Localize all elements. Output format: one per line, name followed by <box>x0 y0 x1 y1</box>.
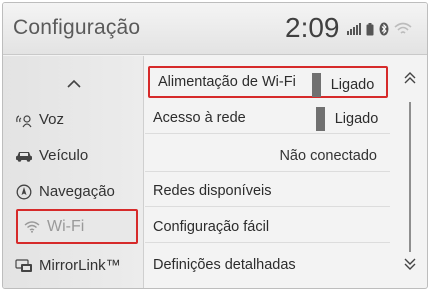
settings-list: Alimentação de Wi-Fi Ligado Acesso à red… <box>145 56 390 288</box>
signal-bars-icon <box>347 23 361 35</box>
scroll-up-button[interactable] <box>391 62 427 98</box>
status-icons <box>347 21 412 37</box>
list-item-network-access[interactable]: Acesso à rede Ligado <box>145 102 390 134</box>
sidebar-item-voz[interactable]: Voz <box>3 102 144 137</box>
sidebar-item-mirrorlink[interactable]: MirrorLink™ <box>3 248 144 283</box>
row-label: Definições detalhadas <box>153 257 296 273</box>
voice-icon <box>13 111 35 129</box>
sidebar-item-label: Wi-Fi <box>47 217 85 235</box>
list-item-detailed-settings[interactable]: Definições detalhadas <box>145 249 390 281</box>
toggle-indicator <box>316 107 325 131</box>
navigation-icon <box>13 183 35 201</box>
scroll-track[interactable] <box>409 102 411 252</box>
sidebar-item-label: MirrorLink™ <box>39 257 121 274</box>
row-label: Configuração fácil <box>153 218 270 235</box>
mirrorlink-icon <box>13 257 35 275</box>
double-chevron-up-icon <box>403 71 417 90</box>
wifi-icon <box>21 218 43 236</box>
settings-screen: Configuração 2:09 Voz Veículo Navegação … <box>2 2 428 289</box>
sidebar-item-label: Voz <box>39 111 65 128</box>
toggle-state: Ligado <box>330 77 375 93</box>
header-bar: Configuração 2:09 <box>3 3 427 55</box>
sidebar-item-label: Veículo <box>39 147 89 164</box>
toggle-indicator <box>312 73 321 97</box>
car-icon <box>13 147 35 165</box>
page-title: Configuração <box>13 16 141 39</box>
wifi-icon <box>394 22 412 36</box>
sidebar-item-wifi[interactable]: Wi-Fi <box>16 209 138 244</box>
bluetooth-icon <box>379 22 389 36</box>
sidebar-item-label: Navegação <box>39 183 115 200</box>
list-item-connection-status: Não conectado <box>145 140 390 172</box>
scrollbar[interactable] <box>391 56 427 288</box>
double-chevron-down-icon <box>403 257 417 276</box>
battery-icon <box>366 22 374 36</box>
scroll-down-button[interactable] <box>391 248 427 284</box>
clock: 2:09 <box>285 12 340 43</box>
list-item-wifi-power[interactable]: Alimentação de Wi-Fi Ligado <box>148 66 388 98</box>
network-access-toggle[interactable]: Ligado <box>316 107 388 131</box>
sidebar-scroll-up-button[interactable] <box>3 66 144 102</box>
connection-status: Não conectado <box>279 147 377 164</box>
sidebar-item-navegacao[interactable]: Navegação <box>3 174 144 209</box>
row-label: Redes disponíveis <box>153 182 272 199</box>
sidebar-item-veiculo[interactable]: Veículo <box>3 138 144 173</box>
sidebar: Voz Veículo Navegação Wi-Fi MirrorLink™ <box>3 56 144 288</box>
list-item-available-networks[interactable]: Redes disponíveis <box>145 175 390 207</box>
row-label: Acesso à rede <box>153 109 246 126</box>
wifi-power-toggle[interactable]: Ligado <box>312 73 384 97</box>
row-label: Alimentação de Wi-Fi <box>158 74 296 90</box>
chevron-up-icon <box>66 75 81 93</box>
list-item-easy-setup[interactable]: Configuração fácil <box>145 211 390 243</box>
toggle-state: Ligado <box>334 111 379 127</box>
